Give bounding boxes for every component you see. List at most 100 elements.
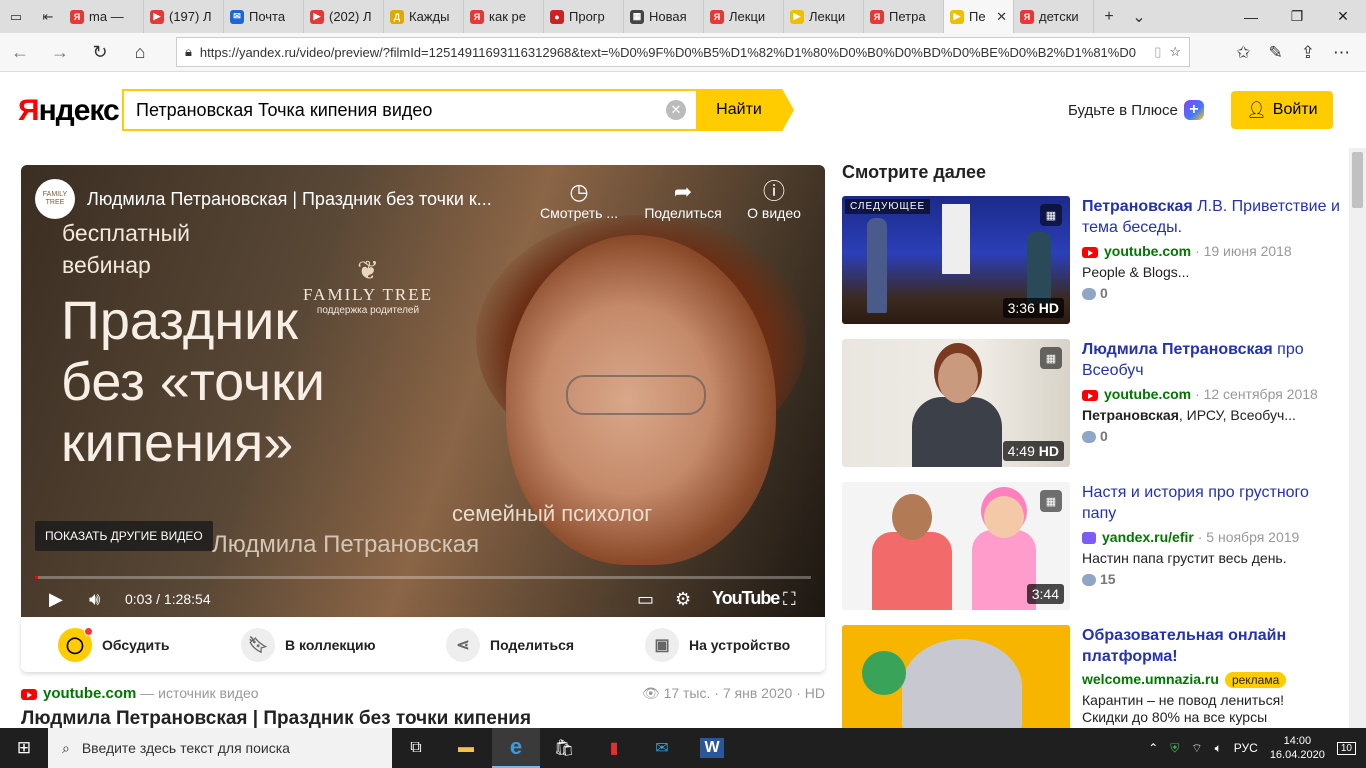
find-button[interactable]: Найти [696,89,794,131]
clock[interactable]: 14:00 16.04.2020 [1270,734,1325,762]
video-title[interactable]: Людмила Петрановская | Праздник без точк… [87,189,527,210]
browser-tab[interactable]: ▶ (202) Л [304,0,384,33]
source-domain[interactable]: youtube.com [43,685,136,702]
youtube-logo[interactable]: YouTube [712,588,780,609]
reading-view-icon[interactable]: ▯ [1154,44,1161,60]
scrollbar-thumb[interactable] [1352,152,1363,208]
search-input[interactable]: Петрановская Точка кипения видео ✕ [122,89,696,131]
related-video-card[interactable]: ▦ 3:44 Настя и история про грустного пап… [842,482,1342,610]
tree-logo-icon: ❦ [357,255,379,285]
notes-icon[interactable]: ✎ [1269,43,1283,63]
views-eye-icon: 👁︎ [641,685,660,701]
browser-tab[interactable]: Д Кажды [384,0,464,33]
url-text[interactable]: https://yandex.ru/video/preview/?filmId=… [200,45,1146,60]
ad-title[interactable]: Образовательная онлайн платформа! [1082,625,1342,667]
show-more-videos-button[interactable]: ПОКАЗАТЬ ДРУГИЕ ВИДЕО [35,521,213,551]
discuss-button[interactable]: ◯ Обсудить [58,627,170,662]
video-thumbnail[interactable]: ▦ 3:44 [842,482,1070,610]
network-icon[interactable]: ⌔ [1191,741,1202,756]
tray-chevron-icon[interactable]: ⌃ [1148,741,1158,755]
card-title[interactable]: Настя и история про грустного папу [1082,482,1342,524]
video-player[interactable]: FAMILY TREE Людмила Петрановская | Праздн… [21,165,825,617]
card-domain[interactable]: youtube.com [1104,386,1191,402]
card-title[interactable]: Людмила Петрановская про Всеобуч [1082,339,1342,381]
video-progress-bar[interactable] [35,576,811,579]
collection-badge-icon[interactable]: ▦ [1040,347,1062,369]
store-icon[interactable]: 🛍︎ [540,728,588,768]
more-icon[interactable]: ⋯ [1333,43,1350,63]
browser-tab[interactable]: Я Лекци [704,0,784,33]
plus-link[interactable]: Будьте в Плюсе + [1068,100,1204,120]
play-icon[interactable]: ▶ [49,589,63,610]
add-to-collection-button[interactable]: 🔖︎ В коллекцию [241,628,376,662]
channel-avatar[interactable]: FAMILY TREE [35,179,75,219]
new-tab-button[interactable]: + [1094,0,1124,33]
collection-badge-icon[interactable]: ▦ [1040,204,1062,226]
browser-tab[interactable]: ✉ Почта [224,0,304,33]
browser-tab[interactable]: ▶ (197) Л [144,0,224,33]
task-view-icon[interactable]: ⧉ [392,728,440,768]
yandex-logo[interactable]: Яндекс [18,94,120,128]
maximize-button[interactable]: ❐ [1274,0,1320,33]
word-icon[interactable]: W [688,728,736,768]
ad-card[interactable]: Образовательная онлайн платформа! welcom… [842,625,1342,728]
minimize-button[interactable]: — [1228,0,1274,33]
related-video-card[interactable]: СЛЕДУЮЩЕЕ ▦ 3:36 HD Петрановская Л.В. Пр… [842,196,1342,324]
video-thumbnail[interactable]: СЛЕДУЮЩЕЕ ▦ 3:36 HD [842,196,1070,324]
start-button[interactable]: ⊞ [0,728,48,768]
favorite-star-icon[interactable]: ☆ [1169,44,1181,60]
share-button[interactable]: ⋖ Поделиться [446,628,574,662]
defender-icon[interactable]: ⛨ [1170,741,1179,756]
set-aside-tabs-icon[interactable]: ⇤ [32,0,64,33]
subtitles-icon[interactable]: ▭ [637,589,654,610]
browser-tab[interactable]: Я Петра [864,0,944,33]
duration: 4:49 [1007,443,1035,459]
back-button[interactable]: ← [0,33,40,72]
browser-tab[interactable]: Ядетски [1014,0,1094,33]
file-explorer-icon[interactable]: ▬ [442,728,490,768]
player-share-button[interactable]: ➦ Поделиться [639,179,727,221]
volume-tray-icon[interactable]: 🔈︎ [1215,741,1222,756]
browser-tab[interactable]: ▦ Новая [624,0,704,33]
notifications-icon[interactable]: 10 [1336,741,1356,755]
fullscreen-icon[interactable]: ⛶ [783,589,796,610]
refresh-button[interactable]: ↻ [80,33,120,72]
close-tab-icon[interactable]: ✕ [996,9,1007,25]
tab-actions-icon[interactable]: ▭ [0,0,32,33]
page-scrollbar[interactable] [1349,148,1366,728]
settings-gear-icon[interactable]: ⚙ [675,589,691,610]
about-video-button[interactable]: ⓘ О видео [739,179,809,221]
login-button[interactable]: 👤︎ Войти [1231,91,1333,129]
send-to-device-button[interactable]: ▣ На устройство [645,628,790,662]
language-indicator[interactable]: РУС [1234,741,1258,755]
close-window-button[interactable]: ✕ [1320,0,1366,33]
favorites-icon[interactable]: ✩ [1236,43,1250,63]
browser-tab[interactable]: ▶ Лекци [784,0,864,33]
duration: 3:36 [1007,300,1035,316]
tab-preview-chevron-icon[interactable]: ⌄ [1124,0,1154,33]
clear-icon[interactable]: ✕ [666,100,686,120]
mail-icon[interactable]: ✉ [638,728,686,768]
browser-tab[interactable]: Яma — [64,0,144,33]
video-thumbnail[interactable]: ▦ 4:49 HD [842,339,1070,467]
ad-thumbnail[interactable] [842,625,1070,728]
forward-button[interactable]: → [40,33,80,72]
volume-icon[interactable]: 🔊︎ [89,589,100,610]
collection-badge-icon[interactable]: ▦ [1040,490,1062,512]
share-icon[interactable]: ⇪ [1301,43,1315,63]
reader-app-icon[interactable]: ▮ [590,728,638,768]
browser-tab[interactable]: Якак ре [464,0,544,33]
card-domain[interactable]: youtube.com [1104,243,1191,259]
browser-tab[interactable]: ▶ Пе ✕ [944,0,1014,33]
address-bar[interactable]: 🔒︎ https://yandex.ru/video/preview/?film… [176,37,1190,67]
related-video-card[interactable]: ▦ 4:49 HD Людмила Петрановская про Всеоб… [842,339,1342,467]
browser-tab[interactable]: ● Прогр [544,0,624,33]
taskbar-search[interactable]: ⌕ Введите здесь текст для поиска [48,728,392,768]
ad-domain[interactable]: welcome.umnazia.ru [1082,671,1219,687]
card-title[interactable]: Петрановская Л.В. Приветствие и тема бес… [1082,196,1342,238]
edge-icon[interactable]: e [492,728,540,768]
home-button[interactable]: ⌂ [120,33,160,72]
card-domain[interactable]: yandex.ru/efir [1102,529,1194,545]
search-value[interactable]: Петрановская Точка кипения видео [136,100,432,121]
watch-later-button[interactable]: ◷ Смотреть ... [535,179,623,221]
